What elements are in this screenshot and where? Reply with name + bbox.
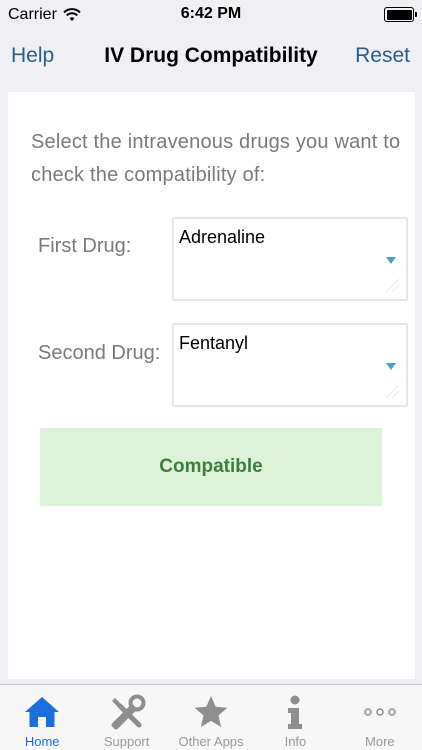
second-drug-value: Fentanyl [179, 333, 249, 353]
tab-bar: Home Support Other Apps Info More [0, 684, 422, 750]
tab-support-label: Support [103, 734, 150, 749]
instruction-text: Select the intravenous drugs you want to… [31, 131, 401, 186]
tab-home[interactable]: Home [0, 685, 84, 750]
status-bar: Carrier 6:42 PM [0, 0, 422, 30]
main-card: Select the intravenous drugs you want to… [8, 92, 415, 679]
resize-grip-icon [385, 384, 400, 399]
tools-icon [111, 694, 146, 730]
more-icon [364, 708, 396, 716]
status-time: 6:42 PM [180, 5, 242, 22]
info-icon [288, 695, 303, 729]
first-drug-value: Adrenaline [179, 227, 266, 247]
tab-other-apps[interactable]: Other Apps [169, 685, 253, 750]
result-text: Compatible [159, 456, 263, 477]
chevron-down-icon [386, 363, 396, 370]
tab-info[interactable]: Info [253, 685, 337, 750]
second-drug-select[interactable]: Fentanyl [172, 323, 408, 407]
resize-grip-icon [385, 278, 400, 293]
first-drug-select[interactable]: Adrenaline [172, 217, 408, 301]
first-drug-label: First Drug: [38, 235, 132, 257]
home-icon [25, 697, 60, 727]
tab-other-apps-label: Other Apps [178, 734, 244, 749]
chevron-down-icon [386, 257, 396, 264]
tab-info-label: Info [284, 734, 307, 749]
navigation-bar: Help IV Drug Compatibility Reset [0, 30, 422, 86]
reset-button[interactable]: Reset [355, 44, 410, 68]
star-icon [194, 696, 228, 727]
tab-support[interactable]: Support [84, 685, 168, 750]
battery-icon [384, 7, 417, 22]
tab-more-label: More [365, 734, 395, 749]
second-drug-label: Second Drug: [38, 342, 161, 364]
tab-more[interactable]: More [338, 685, 422, 750]
tab-home-label: Home [24, 734, 60, 749]
compatibility-result: Compatible [40, 428, 382, 506]
